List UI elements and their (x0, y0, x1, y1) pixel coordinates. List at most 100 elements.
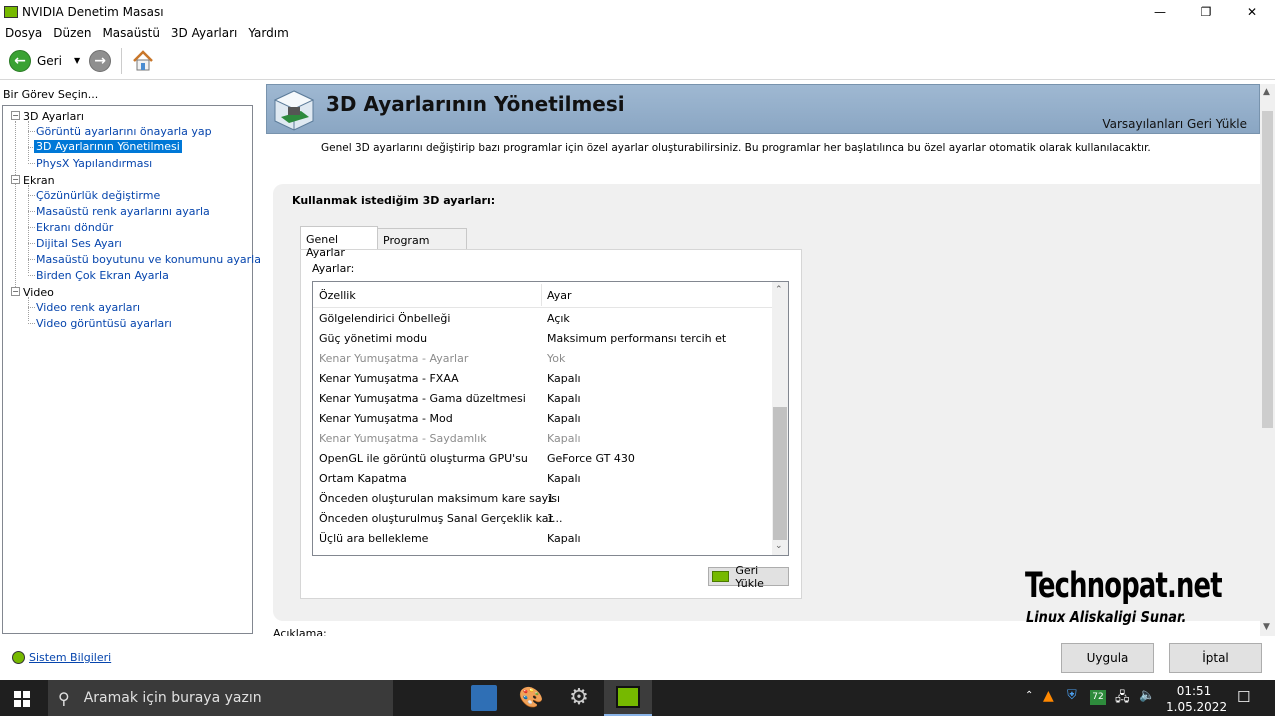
tree-item-desktop-size[interactable]: Masaüstü boyutunu ve konumunu ayarla (36, 253, 261, 266)
reset-button[interactable]: Geri Yükle (708, 564, 789, 590)
settings-row[interactable]: Önceden oluşturulan maksimum kare sayısı… (313, 488, 773, 508)
collapse-3d-icon[interactable]: − (11, 111, 20, 120)
settings-row[interactable]: Gölgelendirici Önbelleği Açık (313, 308, 773, 328)
settings-row[interactable]: Kenar Yumuşatma - Saydamlık Kapalı (313, 428, 773, 448)
settings-label: Ayarlar: (312, 262, 355, 275)
volume-muted-icon[interactable]: 🔈 (1139, 688, 1155, 703)
settings-row[interactable]: Kenar Yumuşatma - FXAA Kapalı (313, 368, 773, 388)
grid-scrollbar[interactable]: ⌃ ⌄ (772, 282, 788, 555)
back-dropdown-icon[interactable]: ▼ (74, 56, 80, 65)
tree-group-3d[interactable]: 3D Ayarları (23, 110, 84, 123)
task-tree: − 3D Ayarları Görüntü ayarlarını önayarl… (2, 105, 261, 634)
apply-button[interactable]: Uygula (1061, 643, 1154, 673)
tab-global-settings[interactable]: Genel Ayarlar (300, 226, 378, 259)
column-setting[interactable]: Ayar (547, 289, 572, 302)
settings-gear-icon[interactable]: ⚙ (566, 685, 592, 711)
tree-item-image-preset[interactable]: Görüntü ayarlarını önayarla yap (36, 125, 212, 138)
back-button-label[interactable]: Geri (37, 54, 62, 68)
menu-bar: Dosya Düzen Masaüstü 3D Ayarları Yardım (0, 23, 1275, 42)
menu-file[interactable]: Dosya (0, 26, 48, 40)
paint-icon[interactable]: 🎨 (518, 685, 544, 711)
setting-feature: Kenar Yumuşatma - FXAA (319, 372, 459, 385)
tray-expand-icon[interactable]: ⌃ (1025, 690, 1033, 701)
settings-row[interactable]: OpenGL ile görüntü oluşturma GPU'su GeFor… (313, 448, 773, 468)
system-info-label[interactable]: Sistem Bilgileri (29, 651, 111, 664)
setting-value: 1 (547, 512, 554, 525)
title-bar: NVIDIA Denetim Masası — ❐ ✕ (0, 0, 1275, 23)
windows-start-icon[interactable] (14, 691, 30, 707)
system-info-link[interactable]: Sistem Bilgileri (12, 651, 111, 664)
settings-row[interactable]: Ortam Kapatma Kapalı (313, 468, 773, 488)
minimize-button[interactable]: — (1137, 0, 1183, 23)
watermark-title: Technopat.net (1025, 566, 1223, 606)
nvidia-taskbar-button[interactable] (604, 680, 652, 716)
cancel-button[interactable]: İptal (1169, 643, 1262, 673)
notifications-icon[interactable]: ☐ (1237, 688, 1250, 706)
window-title: NVIDIA Denetim Masası (22, 4, 164, 19)
reset-button-label: Geri Yükle (735, 563, 764, 590)
back-arrow-icon[interactable]: ← (9, 49, 31, 72)
tree-item-digital-audio[interactable]: Dijital Ses Ayarı (36, 237, 122, 250)
tree-item-desktop-color[interactable]: Masaüstü renk ayarlarını ayarla (36, 205, 210, 218)
setting-feature: Kenar Yumuşatma - Saydamlık (319, 432, 487, 445)
setting-value: Kapalı (547, 392, 581, 405)
tree-item-video-color[interactable]: Video renk ayarları (36, 301, 140, 314)
content-scroll-down-icon[interactable]: ▼ (1263, 622, 1270, 632)
tab-program-settings[interactable]: Program Ayarları (377, 228, 467, 260)
setting-value: Maksimum performansı tercih et (547, 332, 727, 345)
settings-grid[interactable]: Özellik Ayar Gölgelendirici Önbelleği Açı… (312, 281, 789, 556)
scroll-down-icon[interactable]: ⌄ (775, 541, 783, 551)
menu-3d-settings[interactable]: 3D Ayarları (166, 26, 243, 40)
temperature-badge[interactable]: 72 (1090, 690, 1106, 705)
collapse-display-icon[interactable]: − (11, 175, 20, 184)
task-pane: Bir Görev Seçin... − 3D Ayarları Görüntü… (0, 84, 261, 636)
content-scroll-up-icon[interactable]: ▲ (1263, 87, 1270, 97)
tree-item-rotate[interactable]: Ekranı döndür (36, 221, 113, 234)
vlc-tray-icon[interactable]: ▲ (1043, 688, 1054, 704)
page-description: Genel 3D ayarlarını değiştirip bazı prog… (321, 142, 1151, 154)
tree-item-physx[interactable]: PhysX Yapılandırması (36, 157, 152, 170)
task-label: Bir Görev Seçin... (3, 88, 99, 101)
tree-item-resolution[interactable]: Çözünürlük değiştirme (36, 189, 160, 202)
settings-row[interactable]: Güç yönetimi modu Maksimum performansı te… (313, 328, 773, 348)
settings-row[interactable]: Üçlü ara bellekleme Kapalı (313, 528, 773, 548)
content-scrollbar[interactable]: ▲ ▼ (1260, 84, 1275, 636)
menu-help[interactable]: Yardım (243, 26, 294, 40)
control-panel-icon[interactable] (471, 685, 497, 711)
setting-value: Açık (547, 312, 570, 325)
clock[interactable]: 01:51 1.05.2022 (1166, 683, 1227, 715)
network-icon[interactable]: 🖧 (1115, 688, 1130, 710)
collapse-video-icon[interactable]: − (11, 287, 20, 296)
tree-item-manage-3d[interactable]: 3D Ayarlarının Yönetilmesi (34, 140, 182, 153)
scroll-up-icon[interactable]: ⌃ (775, 285, 783, 295)
tree-item-video-image[interactable]: Video görüntüsü ayarları (36, 317, 172, 330)
menu-edit[interactable]: Düzen (48, 26, 97, 40)
shield-tray-icon[interactable]: ⛨ (1067, 688, 1077, 703)
setting-value: Kapalı (547, 472, 581, 485)
menu-desktop[interactable]: Masaüstü (97, 26, 165, 40)
setting-value: GeForce GT 430 (547, 452, 635, 465)
setting-feature: Güç yönetimi modu (319, 332, 428, 345)
setting-value: Kapalı (547, 432, 581, 445)
maximize-button[interactable]: ❐ (1183, 0, 1229, 23)
settings-row[interactable]: Kenar Yumuşatma - Mod Kapalı (313, 408, 773, 428)
grid-header: Özellik Ayar (313, 282, 773, 308)
restore-defaults-link[interactable]: Varsayılanları Geri Yükle (1102, 117, 1247, 131)
content-scroll-thumb[interactable] (1262, 111, 1273, 428)
settings-row[interactable]: Önceden oluşturulmuş Sanal Gerçeklik kar… (313, 508, 773, 528)
clock-time: 01:51 (1176, 684, 1212, 698)
settings-row[interactable]: Kenar Yumuşatma - Ayarlar Yok (313, 348, 773, 368)
setting-feature: Önceden oluşturulmuş Sanal Gerçeklik kar… (319, 512, 563, 525)
taskbar-search[interactable]: ⚲ Aramak için buraya yazın (48, 680, 393, 716)
forward-arrow-icon[interactable]: → (89, 49, 112, 72)
nvidia-app-icon (4, 5, 18, 18)
home-icon[interactable] (131, 49, 155, 73)
close-button[interactable]: ✕ (1229, 0, 1275, 23)
grid-scroll-thumb[interactable] (773, 407, 787, 540)
bottom-bar: Sistem Bilgileri Uygula İptal (0, 636, 1275, 680)
setting-feature: Üçlü ara bellekleme (319, 532, 429, 545)
column-feature[interactable]: Özellik (319, 289, 356, 302)
tree-item-multi-display[interactable]: Birden Çok Ekran Ayarla (36, 269, 169, 282)
settings-row[interactable]: Kenar Yumuşatma - Gama düzeltmesi Kapalı (313, 388, 773, 408)
search-icon: ⚲ (58, 688, 70, 708)
